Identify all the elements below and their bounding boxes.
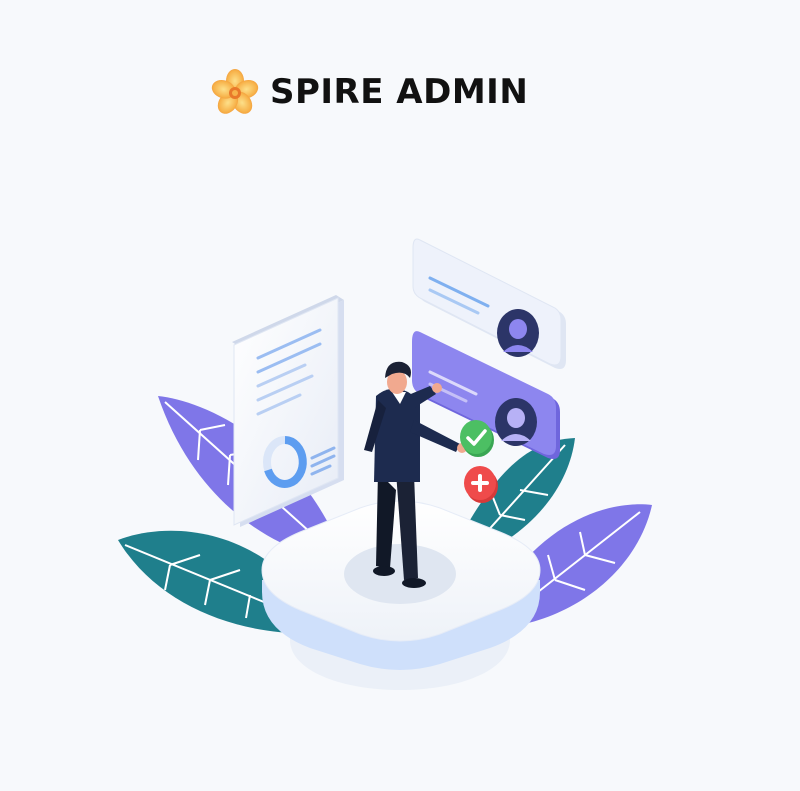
document-card [232, 295, 344, 527]
login-page: SPIRE ADMIN [0, 0, 800, 791]
reject-icon [464, 466, 498, 503]
admin-approval-illustration [118, 238, 652, 690]
